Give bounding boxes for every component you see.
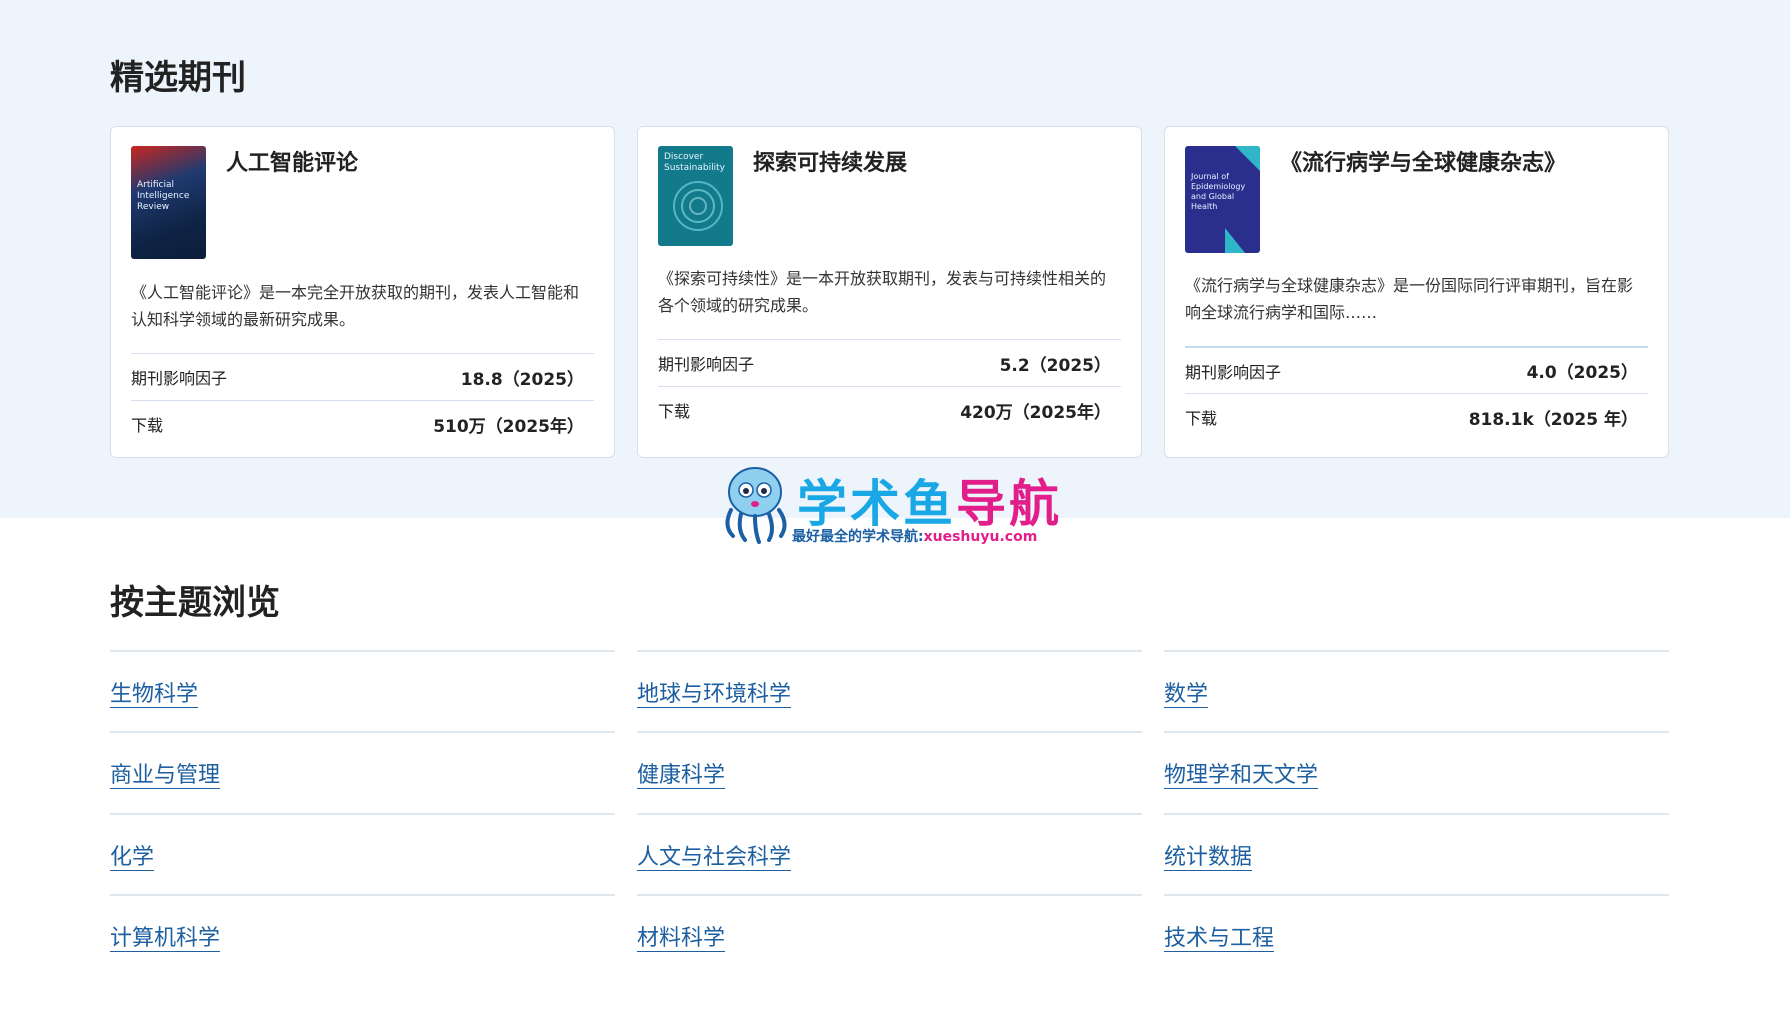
journal-description: 《人工智能评论》是一本完全开放获取的期刊，发表人工智能和认知科学领域的最新研究成…	[131, 283, 580, 329]
topic-link[interactable]: 地球与环境科学	[637, 676, 791, 708]
impact-factor-row: 期刊影响因子 4.0（2025）	[1185, 346, 1648, 393]
watermark-url: xueshuyu.com	[923, 529, 1038, 545]
journal-description: 《探索可持续性》是一本开放获取期刊，发表与可持续性相关的各个领域的研究成果。	[658, 269, 1107, 315]
downloads-value: 818.1k（2025 年）	[1468, 409, 1638, 430]
journal-card[interactable]: Artificial Intelligence Review 人工智能评论 《人…	[110, 126, 615, 458]
impact-factor-value: 4.0（2025）	[1526, 363, 1638, 383]
topic-cell: 地球与环境科学	[637, 650, 1142, 731]
browse-by-topic-heading: 按主题浏览	[110, 583, 280, 623]
downloads-row: 下载 818.1k（2025 年）	[1185, 393, 1648, 440]
cover-swirl-graphic	[673, 181, 723, 231]
topic-cell: 人文与社会科学	[637, 813, 1142, 894]
impact-factor-label: 期刊影响因子	[658, 355, 755, 374]
topic-cell: 统计数据	[1164, 813, 1669, 894]
impact-factor-value: 18.8（2025）	[460, 369, 584, 390]
topic-link[interactable]: 统计数据	[1164, 839, 1252, 871]
cover-triangle-graphic	[1225, 146, 1260, 253]
topic-cell: 计算机科学	[110, 894, 615, 975]
topic-link[interactable]: 生物科学	[110, 676, 198, 708]
journal-cover-image[interactable]: Discover Sustainability	[658, 146, 733, 246]
topic-cell: 商业与管理	[110, 731, 615, 812]
topic-link[interactable]: 技术与工程	[1164, 920, 1274, 952]
featured-journals-heading: 精选期刊	[110, 58, 246, 98]
downloads-label: 下载	[131, 416, 164, 435]
watermark-logo: 学术鱼导航 最好最全的学术导航:xueshuyu.com	[715, 462, 1075, 546]
topic-cell: 材料科学	[637, 894, 1142, 975]
journal-title[interactable]: 《流行病学与全球健康杂志》	[1280, 145, 1566, 177]
journal-card[interactable]: Journal of Epidemiology and Global Healt…	[1164, 126, 1669, 458]
impact-factor-row: 期刊影响因子 5.2（2025）	[658, 339, 1121, 386]
topic-link[interactable]: 人文与社会科学	[637, 839, 791, 871]
topic-link[interactable]: 计算机科学	[110, 920, 220, 952]
topic-link[interactable]: 数学	[1164, 676, 1208, 708]
journal-description: 《流行病学与全球健康杂志》是一份国际同行评审期刊，旨在影响全球流行病学和国际……	[1185, 276, 1634, 322]
topic-cell: 物理学和天文学	[1164, 731, 1669, 812]
topic-link[interactable]: 商业与管理	[110, 757, 220, 789]
topic-cell: 健康科学	[637, 731, 1142, 812]
impact-factor-label: 期刊影响因子	[131, 369, 228, 388]
watermark-brand-part1: 学术鱼	[797, 475, 956, 533]
topic-link[interactable]: 材料科学	[637, 920, 725, 952]
impact-factor-value: 5.2（2025）	[999, 355, 1111, 376]
downloads-value: 510万（2025年）	[433, 416, 584, 437]
topic-cell: 数学	[1164, 650, 1669, 731]
downloads-label: 下载	[1185, 409, 1218, 428]
topic-link[interactable]: 物理学和天文学	[1164, 757, 1318, 789]
journal-card[interactable]: Discover Sustainability 探索可持续发展 《探索可持续性》…	[637, 126, 1142, 458]
cover-title: Artificial Intelligence Review	[137, 180, 190, 212]
topic-link[interactable]: 健康科学	[637, 757, 725, 789]
octopus-mascot-icon	[725, 467, 787, 544]
watermark-brand-part2: 导航	[956, 475, 1062, 533]
watermark-subtitle-text: 最好最全的学术导航:	[792, 529, 924, 545]
topic-cell: 化学	[110, 813, 615, 894]
impact-factor-row: 期刊影响因子 18.8（2025）	[131, 353, 594, 400]
watermark-subtitle: 最好最全的学术导航:xueshuyu.com	[792, 526, 1037, 546]
topic-cell: 生物科学	[110, 650, 615, 731]
downloads-row: 下载 510万（2025年）	[131, 400, 594, 447]
topic-cell: 技术与工程	[1164, 894, 1669, 975]
downloads-value: 420万（2025年）	[960, 402, 1111, 423]
journal-cover-image[interactable]: Journal of Epidemiology and Global Healt…	[1185, 146, 1260, 253]
impact-factor-label: 期刊影响因子	[1185, 362, 1282, 382]
topic-link[interactable]: 化学	[110, 839, 154, 871]
journal-title[interactable]: 人工智能评论	[226, 145, 358, 177]
journal-cover-image[interactable]: Artificial Intelligence Review	[131, 146, 206, 259]
downloads-row: 下载 420万（2025年）	[658, 386, 1121, 433]
journal-title[interactable]: 探索可持续发展	[753, 145, 907, 177]
downloads-label: 下载	[658, 402, 691, 421]
